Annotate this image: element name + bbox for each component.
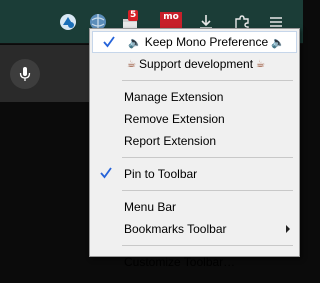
notification-count-badge: 5 (128, 10, 139, 21)
menu-separator (122, 245, 293, 246)
menu-separator (122, 157, 293, 158)
speaker-icon: 🔈 (128, 35, 142, 49)
menu-item-manage-extension[interactable]: Manage Extension (90, 86, 299, 108)
menu-item-label: Menu Bar (124, 200, 177, 214)
extension-context-menu: 🔈 Keep Mono Preference 🔈 ☕ Support developm… (89, 28, 300, 269)
menu-item-label: Customize Toolbar… (124, 255, 236, 269)
coffee-icon: ☕ (127, 58, 136, 70)
microphone-icon (19, 67, 31, 81)
menu-item-customize-toolbar[interactable]: Customize Toolbar… (90, 251, 299, 273)
side-panel (0, 45, 90, 102)
microphone-button[interactable] (10, 59, 40, 89)
menu-item-pin-to-toolbar[interactable]: Pin to Toolbar (90, 163, 299, 185)
checkmark-icon (99, 166, 113, 180)
menu-item-label: Manage Extension (124, 90, 224, 104)
menu-item-label: Bookmarks Toolbar (124, 222, 227, 236)
submenu-arrow-icon (286, 225, 290, 233)
coffee-icon: ☕ (256, 58, 266, 70)
menu-item-support-development[interactable]: ☕ Support development ☕ (90, 53, 299, 75)
menu-item-label: Pin to Toolbar (124, 167, 198, 181)
menu-item-keep-mono-preference[interactable]: 🔈 Keep Mono Preference 🔈 (92, 31, 297, 53)
menu-item-remove-extension[interactable]: Remove Extension (90, 108, 299, 130)
menu-item-bookmarks-toolbar[interactable]: Bookmarks Toolbar (90, 218, 299, 240)
menu-item-menu-bar[interactable]: Menu Bar (90, 196, 299, 218)
checkmark-icon (102, 35, 116, 49)
blue-extension-icon[interactable] (58, 12, 78, 32)
speaker-icon: 🔈 (271, 35, 285, 49)
menu-item-report-extension[interactable]: Report Extension (90, 130, 299, 152)
menu-item-label: Remove Extension (124, 112, 225, 126)
menu-separator (122, 80, 293, 81)
menu-item-label: Report Extension (124, 134, 217, 148)
menu-item-label: Keep Mono Preference (144, 35, 269, 49)
menu-separator (122, 190, 293, 191)
menu-item-label: Support development (138, 57, 254, 71)
